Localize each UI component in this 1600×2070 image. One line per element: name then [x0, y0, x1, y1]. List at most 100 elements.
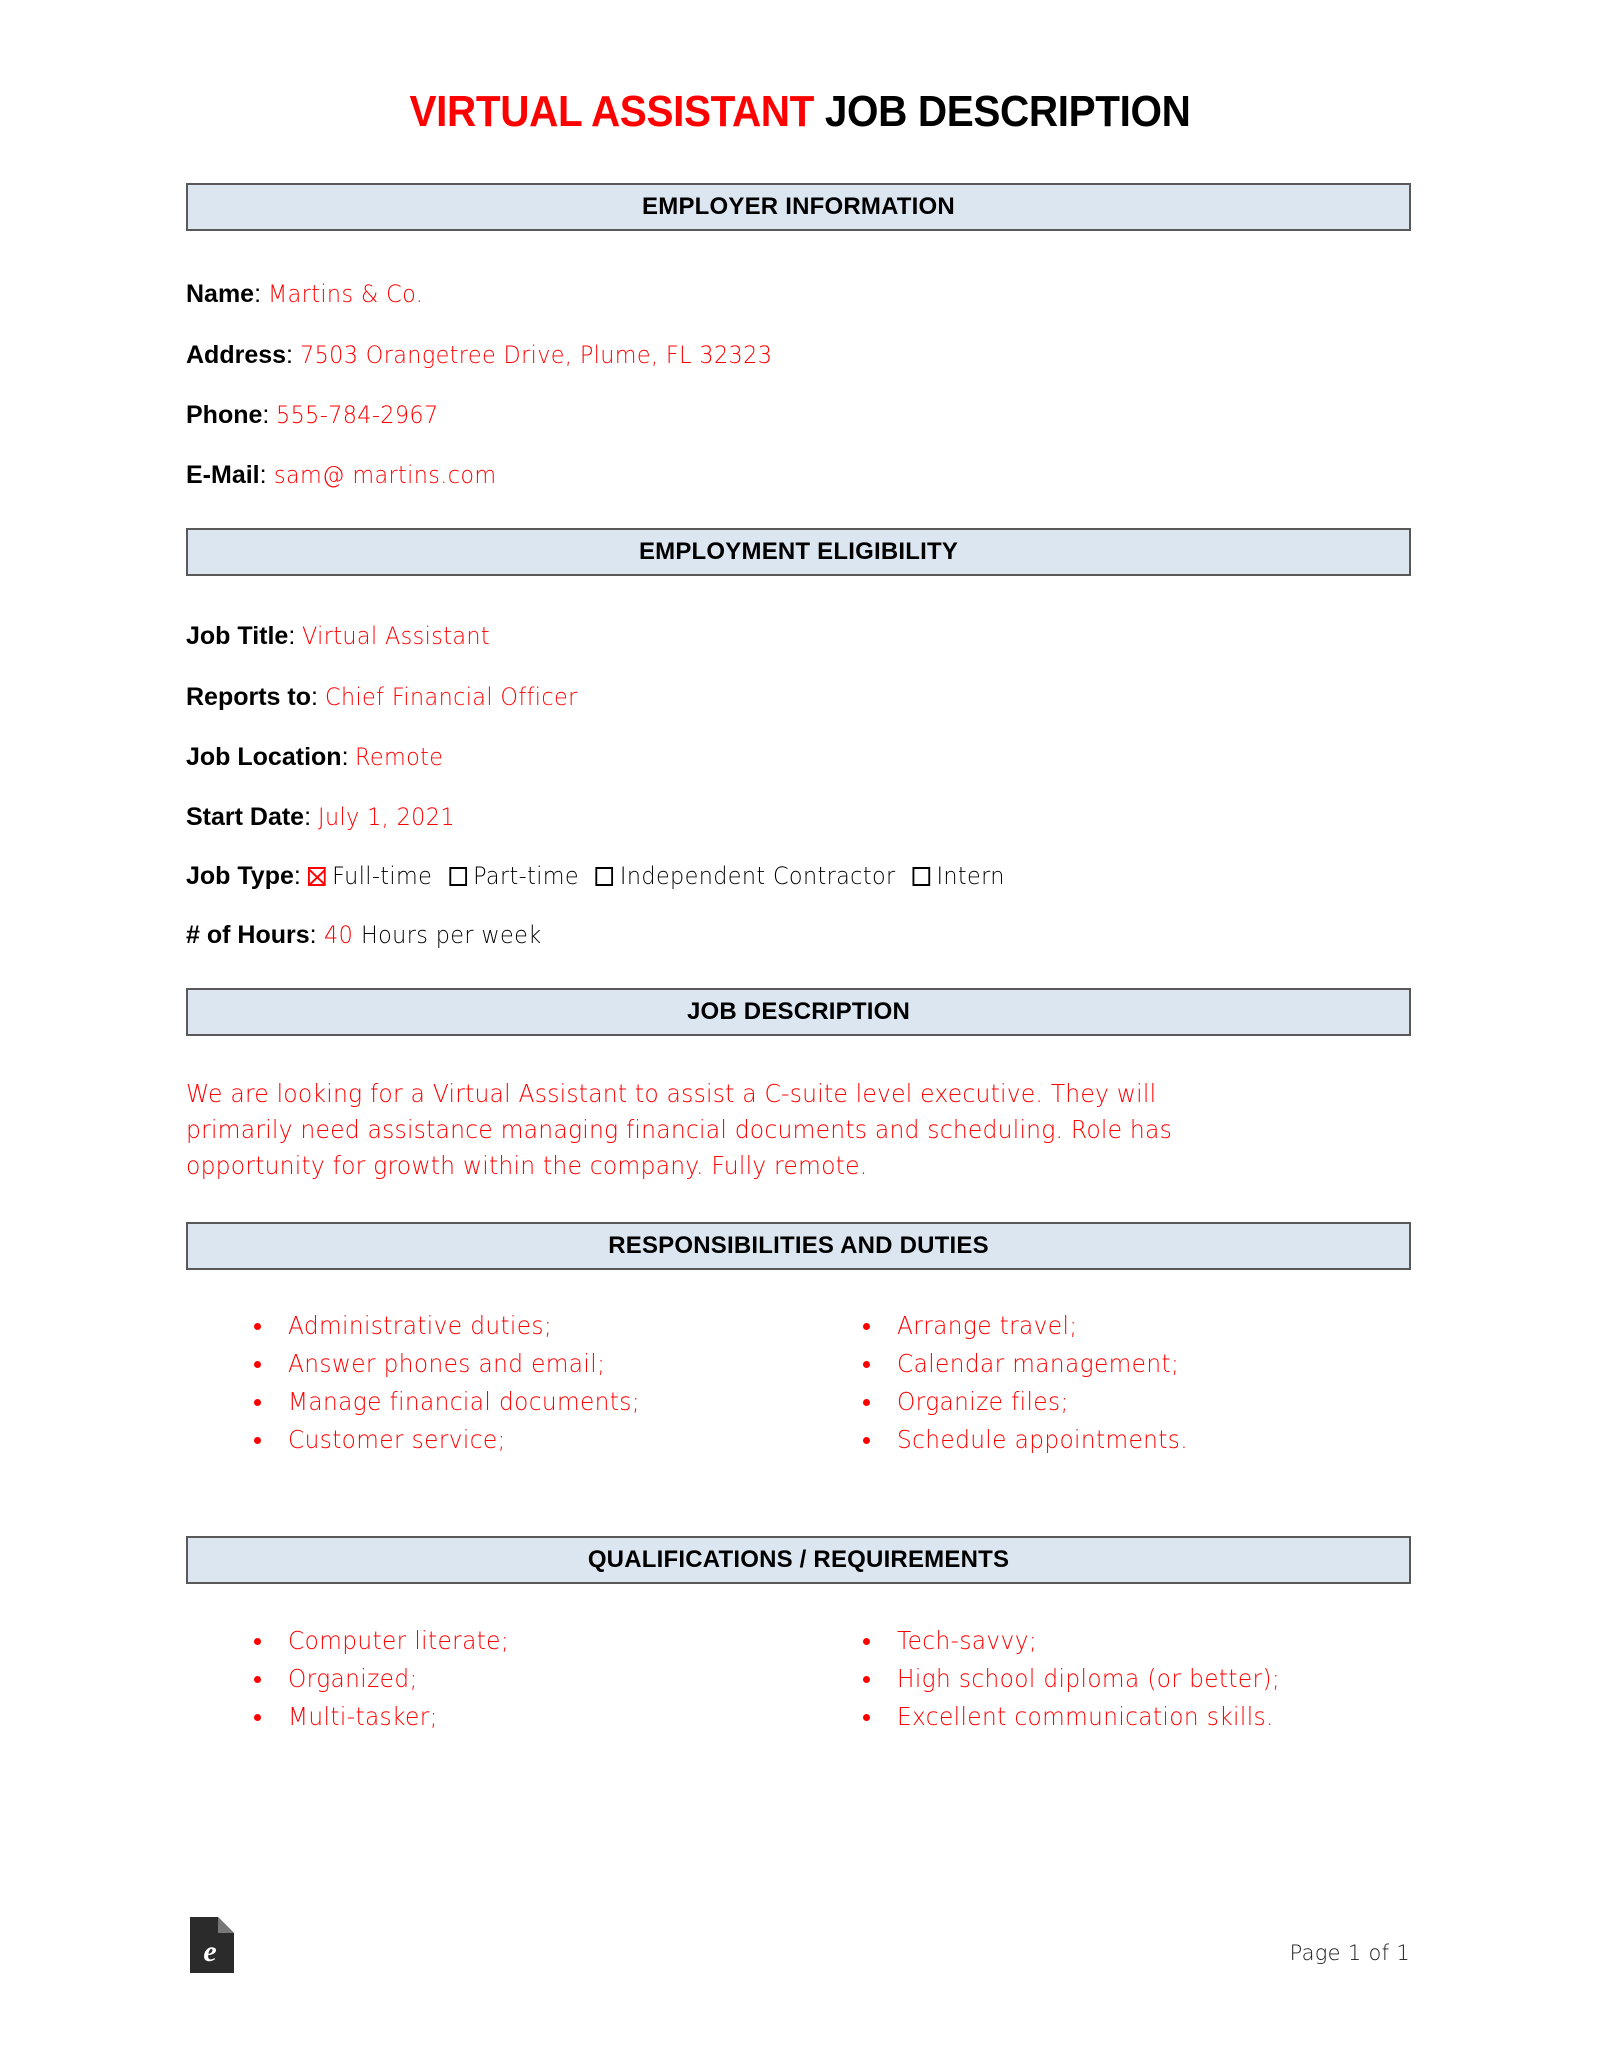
field-label: Address	[186, 340, 287, 369]
field-value: 555-784-2967	[276, 400, 439, 429]
page-footer: e Page 1 of 1	[186, 1915, 1414, 1985]
list-item: Organize files;	[855, 1383, 1412, 1421]
list-item: Answer phones and email;	[246, 1345, 799, 1383]
list-item: Manage financial documents;	[246, 1383, 799, 1421]
field-job-location: Job Location: Remote	[186, 742, 1414, 773]
list-item: Customer service;	[246, 1421, 799, 1459]
checkbox-empty-icon[interactable]	[595, 867, 614, 887]
list-item: Tech-savvy;	[855, 1622, 1412, 1660]
checkbox-label: Intern	[936, 862, 1005, 891]
section-header-employment-eligibility: EMPLOYMENT ELIGIBILITY	[186, 528, 1411, 577]
list-item-text: Arrange travel;	[896, 1311, 1078, 1341]
checkbox-checked-icon[interactable]	[307, 867, 326, 887]
bullet-list: Tech-savvy; High school diploma (or bett…	[855, 1622, 1412, 1736]
field-value: sam@ martins.com	[273, 461, 497, 490]
field-job-type: Job Type: Full-time Part-time Independent …	[186, 862, 1414, 891]
document-page: VIRTUAL ASSISTANT JOB DESCRIPTION EMPLOY…	[0, 0, 1600, 2070]
field-colon: :	[254, 280, 268, 309]
list-item-text: Answer phones and email;	[288, 1349, 606, 1379]
field-colon: :	[286, 340, 300, 369]
field-label: E-Mail	[186, 461, 260, 490]
field-value: Virtual Assistant	[302, 622, 491, 651]
field-start-date: Start Date: July 1, 2021	[186, 802, 1414, 833]
job-type-options: Full-time Part-time Independent Contractor…	[307, 862, 1022, 891]
field-value: July 1, 2021	[318, 803, 455, 832]
field-label: Phone	[186, 400, 263, 429]
page-title-suffix: JOB DESCRIPTION	[824, 87, 1191, 136]
paragraph-line: We are looking for a Virtual Assistant t…	[186, 1078, 1157, 1108]
field-value: Martins & Co.	[268, 280, 424, 309]
field-value: 7503 Orangetree Drive, Plume, FL 32323	[299, 340, 773, 369]
field-label: Start Date	[186, 803, 305, 832]
section-header-job-description: JOB DESCRIPTION	[186, 987, 1411, 1036]
list-item-text: Organized;	[288, 1664, 418, 1694]
list-item-text: Tech-savvy;	[896, 1626, 1037, 1656]
list-item: Computer literate;	[246, 1622, 799, 1660]
qualifications-lists: Computer literate; Organized; Multi-task…	[186, 1622, 1411, 1736]
field-label: Job Location	[186, 742, 342, 771]
list-item-text: Customer service;	[288, 1425, 506, 1455]
qualifications-right-column: Tech-savvy; High school diploma (or bett…	[799, 1622, 1412, 1736]
field-reports-to: Reports to: Chief Financial Officer	[186, 682, 1414, 713]
field-colon: :	[309, 921, 324, 950]
checkbox-label: Independent Contractor	[619, 862, 896, 891]
bullet-list: Arrange travel; Calendar management; Org…	[855, 1307, 1412, 1459]
list-item: Schedule appointments.	[855, 1421, 1412, 1459]
field-email: E-Mail: sam@ martins.com	[186, 460, 1414, 491]
svg-text:e: e	[203, 1935, 216, 1968]
responsibilities-left-column: Administrative duties; Answer phones and…	[186, 1307, 799, 1459]
field-label: Job Title	[186, 622, 289, 651]
checkbox-option-intern[interactable]: Intern	[912, 862, 1005, 890]
list-item: Excellent communication skills.	[855, 1698, 1412, 1736]
qualifications-left-column: Computer literate; Organized; Multi-task…	[186, 1622, 799, 1736]
page-number-label: Page 1 of 1	[1289, 1941, 1410, 1965]
field-number-of-hours: # of Hours: 40 Hours per week	[186, 920, 1414, 951]
field-label: Reports to	[186, 682, 311, 711]
section-header-employer-information: EMPLOYER INFORMATION	[186, 183, 1411, 232]
field-colon: :	[341, 742, 356, 771]
field-name: Name: Martins & Co.	[186, 279, 1414, 310]
section-header-qualifications-requirements: QUALIFICATIONS / REQUIREMENTS	[186, 1536, 1411, 1585]
bullet-list: Administrative duties; Answer phones and…	[246, 1307, 799, 1459]
paragraph-line: opportunity for growth within the compan…	[186, 1151, 868, 1181]
field-colon: :	[262, 400, 277, 429]
field-colon: :	[259, 461, 274, 490]
field-phone: Phone: 555-784-2967	[186, 400, 1414, 431]
page-title-highlight: VIRTUAL ASSISTANT	[409, 87, 815, 136]
list-item-text: Calendar management;	[896, 1349, 1179, 1379]
checkbox-empty-icon[interactable]	[448, 867, 467, 887]
list-item-text: Manage financial documents;	[288, 1387, 640, 1417]
field-colon: :	[311, 682, 325, 711]
list-item: Organized;	[246, 1660, 799, 1698]
checkbox-option-full-time[interactable]: Full-time	[307, 862, 432, 891]
page-content: VIRTUAL ASSISTANT JOB DESCRIPTION EMPLOY…	[186, 0, 1414, 1736]
checkbox-label: Part-time	[472, 862, 579, 891]
list-item-text: Administrative duties;	[288, 1311, 553, 1341]
page-title: VIRTUAL ASSISTANT JOB DESCRIPTION	[235, 87, 1365, 136]
checkbox-option-independent-contractor[interactable]: Independent Contractor	[595, 862, 896, 891]
list-item: Administrative duties;	[246, 1307, 799, 1345]
checkbox-option-part-time[interactable]: Part-time	[448, 862, 579, 891]
section-header-responsibilities-and-duties: RESPONSIBILITIES AND DUTIES	[186, 1222, 1411, 1271]
field-value-suffix: Hours per week	[360, 921, 542, 950]
responsibilities-right-column: Arrange travel; Calendar management; Org…	[799, 1307, 1412, 1459]
checkbox-empty-icon[interactable]	[912, 867, 930, 887]
field-value: 40	[323, 921, 353, 950]
bullet-list: Computer literate; Organized; Multi-task…	[246, 1622, 799, 1736]
field-colon: :	[293, 862, 308, 891]
list-item-text: Schedule appointments.	[896, 1425, 1188, 1455]
paragraph-line: primarily need assistance managing finan…	[186, 1114, 1173, 1144]
eforms-logo-icon: e	[186, 1915, 238, 1975]
list-item-text: High school diploma (or better);	[896, 1664, 1280, 1694]
job-description-paragraph: We are looking for a Virtual Assistant t…	[186, 1076, 1346, 1185]
list-item: High school diploma (or better);	[855, 1660, 1412, 1698]
responsibilities-lists: Administrative duties; Answer phones and…	[186, 1307, 1411, 1459]
field-colon: :	[304, 803, 318, 832]
field-label: # of Hours	[186, 921, 310, 950]
list-item-text: Organize files;	[896, 1387, 1069, 1417]
list-item-text: Excellent communication skills.	[896, 1702, 1274, 1732]
checkbox-label: Full-time	[331, 862, 432, 891]
list-item-text: Multi-tasker;	[288, 1702, 438, 1732]
list-item: Arrange travel;	[855, 1307, 1412, 1345]
list-item: Calendar management;	[855, 1345, 1412, 1383]
